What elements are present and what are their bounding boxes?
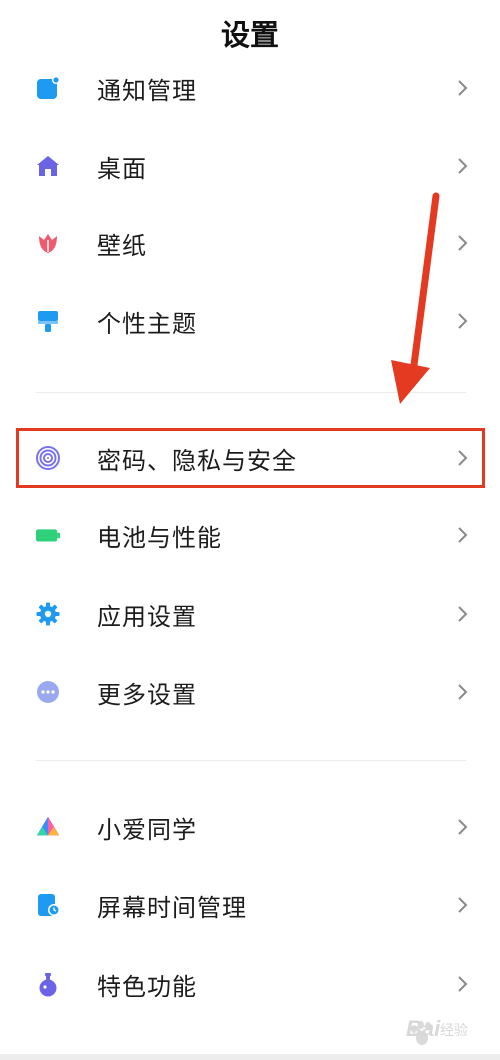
- chevron-right-icon: [458, 976, 468, 992]
- chevron-right-icon: [458, 80, 468, 96]
- settings-item-screen-time[interactable]: 屏幕时间管理: [0, 875, 500, 935]
- settings-item-label: 桌面: [97, 154, 147, 183]
- settings-item-desktop[interactable]: 桌面: [0, 136, 500, 196]
- theme-brush-icon: [35, 308, 61, 334]
- xiaoai-assistant-icon: [35, 814, 61, 840]
- highlight-box: [16, 428, 485, 488]
- more-dots-icon: [35, 679, 61, 705]
- chevron-right-icon: [458, 313, 468, 329]
- settings-item-label: 小爱同学: [97, 815, 197, 844]
- section-divider: [36, 392, 466, 393]
- chevron-right-icon: [458, 606, 468, 622]
- settings-item-wallpaper[interactable]: 壁纸: [0, 213, 500, 273]
- section-divider: [36, 760, 466, 761]
- settings-item-themes[interactable]: 个性主题: [0, 291, 500, 351]
- chevron-right-icon: [458, 897, 468, 913]
- page-title: 设置: [220, 18, 279, 52]
- chevron-right-icon: [458, 235, 468, 251]
- settings-item-label: 个性主题: [97, 309, 197, 338]
- settings-item-label: 应用设置: [97, 602, 197, 631]
- settings-item-app-settings[interactable]: 应用设置: [0, 584, 500, 644]
- settings-item-xiaoai[interactable]: 小爱同学: [0, 797, 500, 857]
- screen-time-icon: [35, 892, 61, 918]
- settings-item-label: 更多设置: [97, 680, 197, 709]
- settings-item-label: 电池与性能: [97, 523, 222, 552]
- notification-icon: [35, 75, 61, 101]
- watermark-brand: Bai: [406, 1016, 441, 1041]
- battery-icon: [35, 522, 61, 548]
- settings-item-battery-performance[interactable]: 电池与性能: [0, 505, 500, 565]
- settings-item-label: 壁纸: [97, 231, 147, 260]
- chevron-right-icon: [458, 684, 468, 700]
- settings-item-special-features[interactable]: 特色功能: [0, 954, 500, 1014]
- watermark-sub: 经验: [440, 1023, 468, 1039]
- chevron-right-icon: [458, 819, 468, 835]
- settings-item-label: 特色功能: [97, 972, 197, 1001]
- app-settings-gear-icon: [35, 601, 61, 627]
- settings-item-more-settings[interactable]: 更多设置: [0, 662, 500, 722]
- settings-item-notifications[interactable]: 通知管理: [0, 58, 500, 118]
- home-icon: [35, 153, 61, 179]
- wallpaper-tulip-icon: [35, 230, 61, 256]
- settings-item-label: 通知管理: [97, 76, 197, 105]
- chevron-right-icon: [458, 158, 468, 174]
- settings-item-label: 屏幕时间管理: [97, 893, 247, 922]
- chevron-right-icon: [458, 527, 468, 543]
- special-features-flask-icon: [35, 971, 61, 997]
- bottom-edge: [0, 1054, 500, 1060]
